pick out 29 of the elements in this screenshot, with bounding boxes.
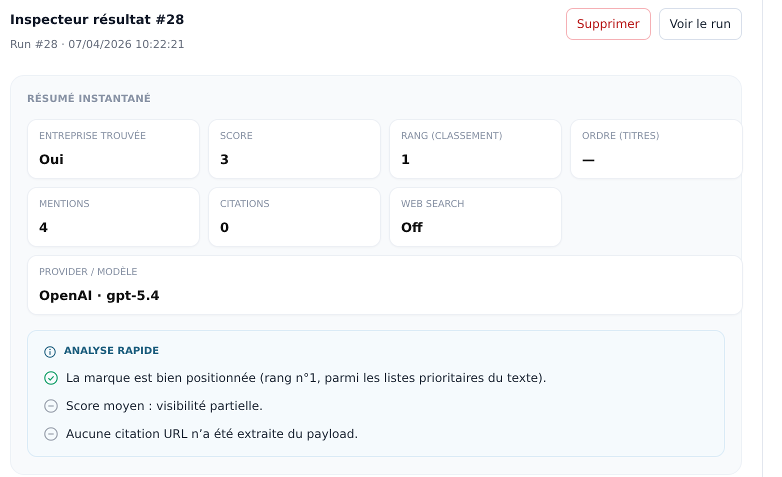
stat-value: 1 (401, 152, 412, 170)
check-circle-icon (44, 371, 58, 385)
stat-label: ENTREPRISE TROUVÉE (39, 130, 148, 144)
stat-label: PROVIDER / MODÈLE (39, 266, 138, 280)
delete-button[interactable]: Supprimer (566, 8, 651, 40)
analysis-item: Score moyen : visibilité partielle. (66, 398, 263, 415)
stat-value: Oui (39, 152, 65, 170)
minus-circle-icon (44, 427, 58, 441)
stat-label: WEB SEARCH (401, 198, 466, 212)
analysis-item: Aucune citation URL n’a été extraite du payload. (66, 426, 358, 443)
stat-label: CITATIONS (220, 198, 270, 212)
stat-label: SCORE (220, 130, 254, 144)
analysis-heading: ANALYSE RAPIDE (64, 345, 160, 359)
stat-label: ORDRE (TITRES) (582, 130, 660, 144)
stat-value: — (582, 152, 596, 170)
stat-label: RANG (CLASSEMENT) (401, 130, 504, 144)
stat-value: 3 (220, 152, 230, 170)
stat-value: 4 (39, 220, 50, 238)
analysis-item: La marque est bien positionnée (rang n°1, parmi les listes prioritaires du texte). (66, 370, 547, 387)
stat-label: MENTIONS (39, 198, 91, 212)
section-heading: RÉSUMÉ INSTANTANÉ (27, 92, 152, 107)
stat-value: Off (401, 220, 424, 238)
minus-circle-icon (44, 399, 58, 413)
stat-value: OpenAI · gpt-5.4 (39, 288, 161, 306)
page-title: Inspecteur résultat #28 (10, 12, 185, 30)
info-icon (44, 346, 56, 358)
view-run-button[interactable]: Voir le run (658, 8, 742, 40)
stat-value: 0 (220, 220, 230, 238)
run-subtitle: Run #28 · 07/04/2026 10:22:21 (10, 36, 185, 52)
